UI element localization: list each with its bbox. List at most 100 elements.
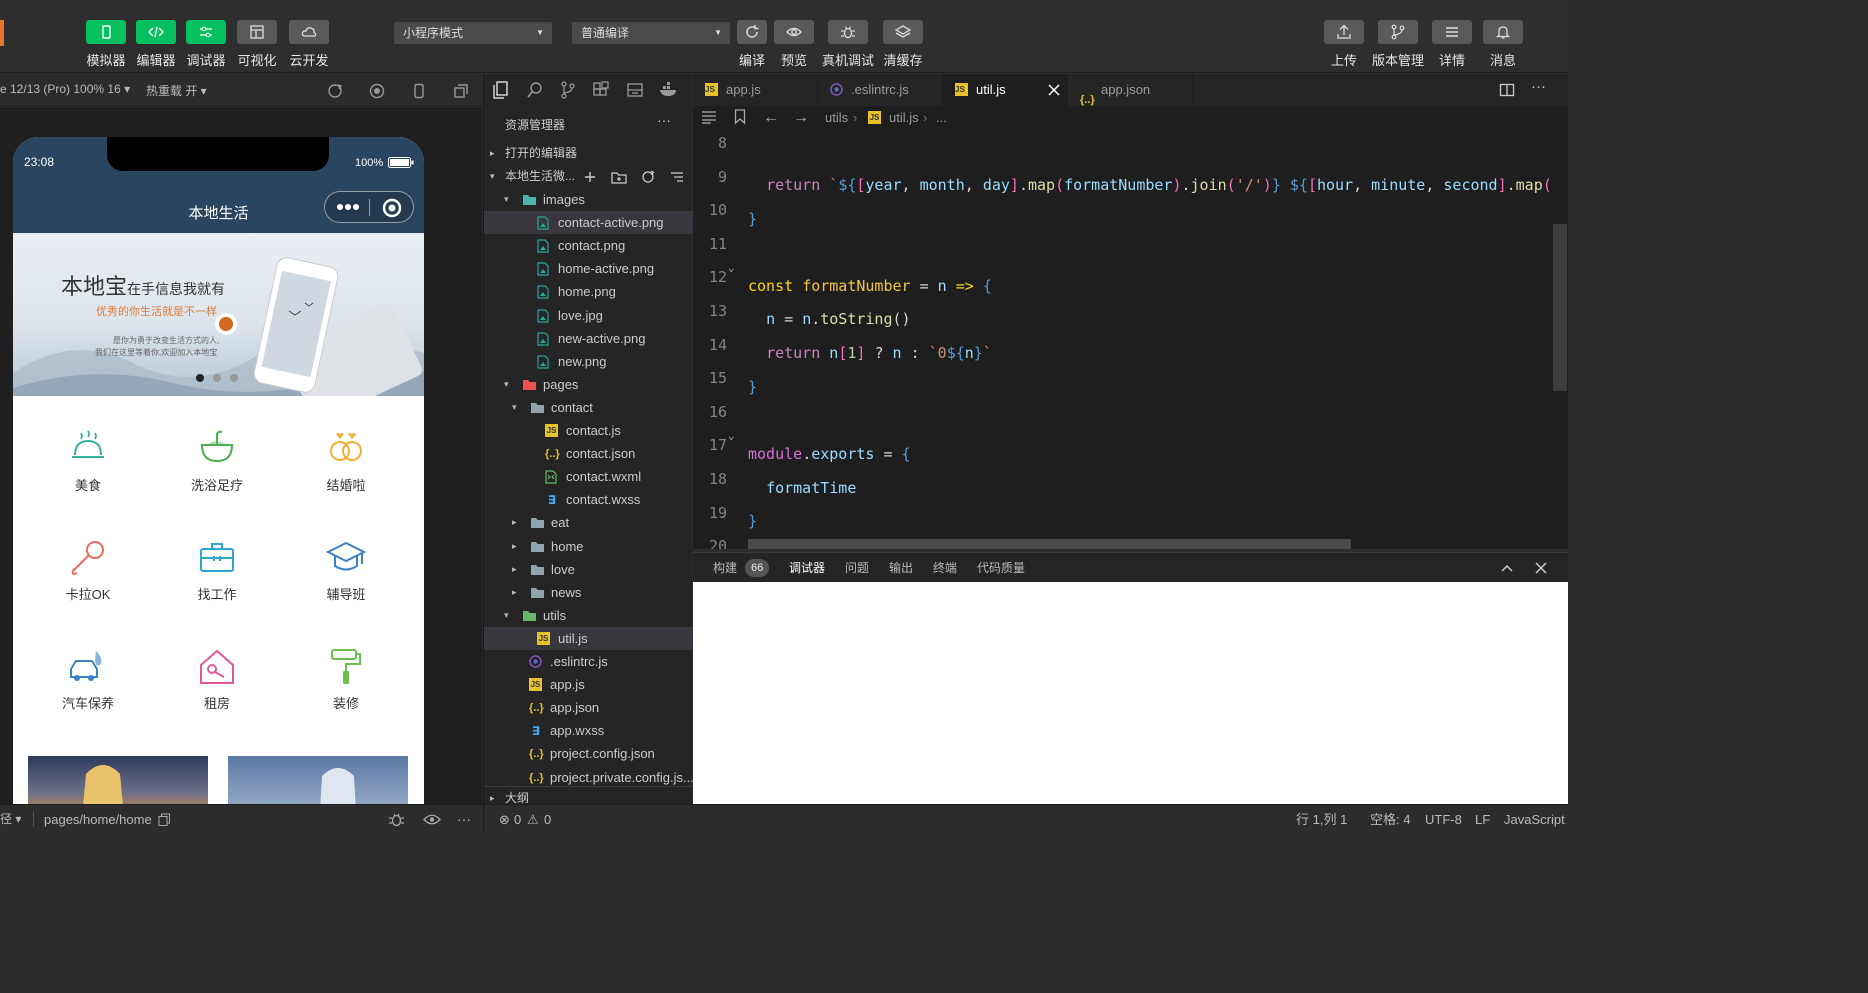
tree-file[interactable]: home-active.png bbox=[484, 257, 693, 280]
panel-tab[interactable]: 输出 bbox=[889, 553, 913, 583]
more-icon[interactable] bbox=[336, 201, 360, 213]
hotreload-toggle[interactable]: 热重载 开 ▾ bbox=[146, 82, 207, 99]
indent-spaces[interactable]: 空格: 4 bbox=[1370, 805, 1410, 834]
bug-icon[interactable] bbox=[388, 812, 405, 827]
card-image-right[interactable] bbox=[228, 756, 408, 804]
tree-file[interactable]: .eslintrc.js bbox=[484, 650, 693, 673]
status-more-icon[interactable]: ··· bbox=[457, 805, 471, 834]
language-mode[interactable]: JavaScript bbox=[1504, 805, 1565, 834]
mode-select[interactable]: 小程序模式 ▼ bbox=[394, 22, 552, 44]
page-path[interactable]: pages/home/home bbox=[44, 805, 152, 834]
tree-file[interactable]: {..} project.config.json bbox=[484, 742, 693, 765]
error-count[interactable]: 0 bbox=[514, 805, 521, 834]
tree-file[interactable]: home.png bbox=[484, 280, 693, 303]
tree-file[interactable]: JS util.js bbox=[484, 626, 693, 650]
tree-folder[interactable]: ▸ eat bbox=[484, 511, 693, 534]
upload-button[interactable]: 上传 bbox=[1314, 20, 1374, 69]
storage-icon[interactable] bbox=[626, 81, 644, 99]
back-arrow-icon[interactable]: ← bbox=[763, 106, 779, 129]
warning-icon[interactable]: ⚠ bbox=[527, 805, 539, 834]
record-icon[interactable] bbox=[369, 83, 385, 99]
end-of-line[interactable]: LF bbox=[1475, 805, 1490, 834]
tree-folder[interactable]: ▾ contact bbox=[484, 396, 693, 419]
tree-file[interactable]: new-active.png bbox=[484, 327, 693, 350]
editor-more-icon[interactable]: ··· bbox=[1531, 78, 1546, 95]
swiper-banner[interactable]: 本地宝在手信息我就有 优秀的你生活就是不一样 愿你为勇于改变生活方式的人, 我们… bbox=[13, 233, 424, 396]
copy-icon[interactable] bbox=[158, 813, 171, 826]
error-icon[interactable]: ⊗ bbox=[499, 805, 510, 834]
phone-frame-icon[interactable] bbox=[411, 83, 427, 99]
tree-file[interactable]: love.jpg bbox=[484, 304, 693, 327]
grid-item[interactable]: 找工作 bbox=[152, 538, 282, 603]
panel-tab[interactable]: 代码质量 bbox=[977, 553, 1025, 583]
tree-file[interactable]: JS app.js bbox=[484, 673, 693, 696]
source-control-icon[interactable] bbox=[559, 81, 577, 99]
grid-item[interactable]: 美食 bbox=[23, 429, 153, 494]
bug-button[interactable]: 真机调试 bbox=[818, 20, 878, 69]
tree-folder[interactable]: ▾ utils bbox=[484, 604, 693, 627]
device-select[interactable]: e 12/13 (Pro) 100% 16 ▾ bbox=[0, 82, 130, 96]
swiper-dot[interactable] bbox=[213, 374, 221, 382]
tree-file[interactable]: contact.wxml bbox=[484, 465, 693, 488]
cursor-position[interactable]: 行 1,列 1 bbox=[1296, 805, 1347, 834]
files-icon[interactable] bbox=[492, 81, 510, 99]
preview-eye-icon[interactable] bbox=[423, 813, 441, 826]
tree-file[interactable]: contact.png bbox=[484, 234, 693, 257]
grid-item[interactable]: 汽车保养 bbox=[23, 647, 153, 712]
fold-toggle-icon[interactable]: ⌄ bbox=[728, 261, 735, 274]
tree-file[interactable]: {..} app.json bbox=[484, 696, 693, 719]
warning-count[interactable]: 0 bbox=[544, 805, 551, 834]
layout-button[interactable]: 可视化 bbox=[227, 20, 287, 69]
tree-file[interactable]: ∃ app.wxss bbox=[484, 719, 693, 742]
grid-item[interactable]: 结婚啦 bbox=[281, 429, 411, 494]
grid-item[interactable]: 辅导班 bbox=[281, 538, 411, 603]
maximize-panel-icon[interactable] bbox=[1501, 562, 1513, 574]
code-editor[interactable]: 8 9 10 11 12 13 14 15 16 17 18 19 20 return `${[year… bbox=[693, 129, 1568, 549]
split-editor-icon[interactable] bbox=[1499, 82, 1515, 98]
tree-folder[interactable]: ▸ home bbox=[484, 535, 693, 558]
list-icon[interactable] bbox=[701, 110, 717, 124]
tree-file[interactable]: new.png bbox=[484, 350, 693, 373]
breadcrumb-file[interactable]: util.js bbox=[889, 106, 919, 129]
fold-toggle-icon[interactable]: ⌄ bbox=[728, 429, 735, 442]
tree-folder[interactable]: ▾ pages bbox=[484, 373, 693, 396]
page-path-select[interactable]: 径 ▾ bbox=[0, 805, 21, 834]
editor-tab[interactable]: {..} app.json bbox=[1068, 74, 1193, 106]
panel-tab[interactable]: 调试器 bbox=[789, 553, 826, 583]
close-tab-icon[interactable] bbox=[1048, 84, 1060, 96]
more-actions-icon[interactable]: ··· bbox=[657, 112, 671, 128]
tree-folder[interactable]: ▸ love bbox=[484, 558, 693, 581]
tree-file[interactable]: JS contact.js bbox=[484, 419, 693, 442]
docker-icon[interactable] bbox=[659, 81, 679, 99]
project-section[interactable]: ▾ 本地生活微... bbox=[484, 165, 693, 188]
search-icon[interactable] bbox=[526, 81, 544, 99]
bell-button[interactable]: 消息 bbox=[1473, 20, 1533, 69]
extensions-icon[interactable] bbox=[592, 81, 610, 99]
rotate-icon[interactable] bbox=[327, 83, 343, 99]
cloud-button[interactable]: 云开发 bbox=[279, 20, 339, 69]
grid-item[interactable]: 卡拉OK bbox=[23, 538, 153, 603]
compile-select[interactable]: 普通编译 ▼ bbox=[572, 22, 730, 44]
debugger-panel[interactable] bbox=[693, 582, 1568, 804]
refresh-explorer-icon[interactable] bbox=[641, 170, 655, 184]
close-miniprogram-icon[interactable] bbox=[382, 198, 402, 218]
panel-tab[interactable]: 构建 bbox=[713, 553, 737, 583]
new-file-icon[interactable] bbox=[583, 170, 597, 184]
vertical-scrollbar[interactable] bbox=[1553, 224, 1567, 391]
breadcrumb-symbol[interactable]: ... bbox=[936, 106, 947, 129]
grid-item[interactable]: 租房 bbox=[152, 647, 282, 712]
file-encoding[interactable]: UTF-8 bbox=[1425, 805, 1462, 834]
open-editors-section[interactable]: ▸ 打开的编辑器 bbox=[484, 142, 693, 165]
tree-folder[interactable]: ▾ images bbox=[484, 188, 693, 211]
forward-arrow-icon[interactable]: → bbox=[793, 106, 809, 129]
eye-button[interactable]: 预览 bbox=[764, 20, 824, 69]
grid-item[interactable]: 装修 bbox=[281, 647, 411, 712]
popout-icon[interactable] bbox=[453, 83, 469, 99]
layers-button[interactable]: 清缓存 bbox=[873, 20, 933, 69]
swiper-dot[interactable] bbox=[196, 374, 204, 382]
tree-file[interactable]: contact-active.png bbox=[484, 211, 693, 235]
editor-tab[interactable]: .eslintrc.js bbox=[818, 74, 943, 106]
panel-tab[interactable]: 终端 bbox=[933, 553, 957, 583]
panel-tab[interactable]: 问题 bbox=[845, 553, 869, 583]
horizontal-scrollbar[interactable] bbox=[748, 539, 1351, 549]
